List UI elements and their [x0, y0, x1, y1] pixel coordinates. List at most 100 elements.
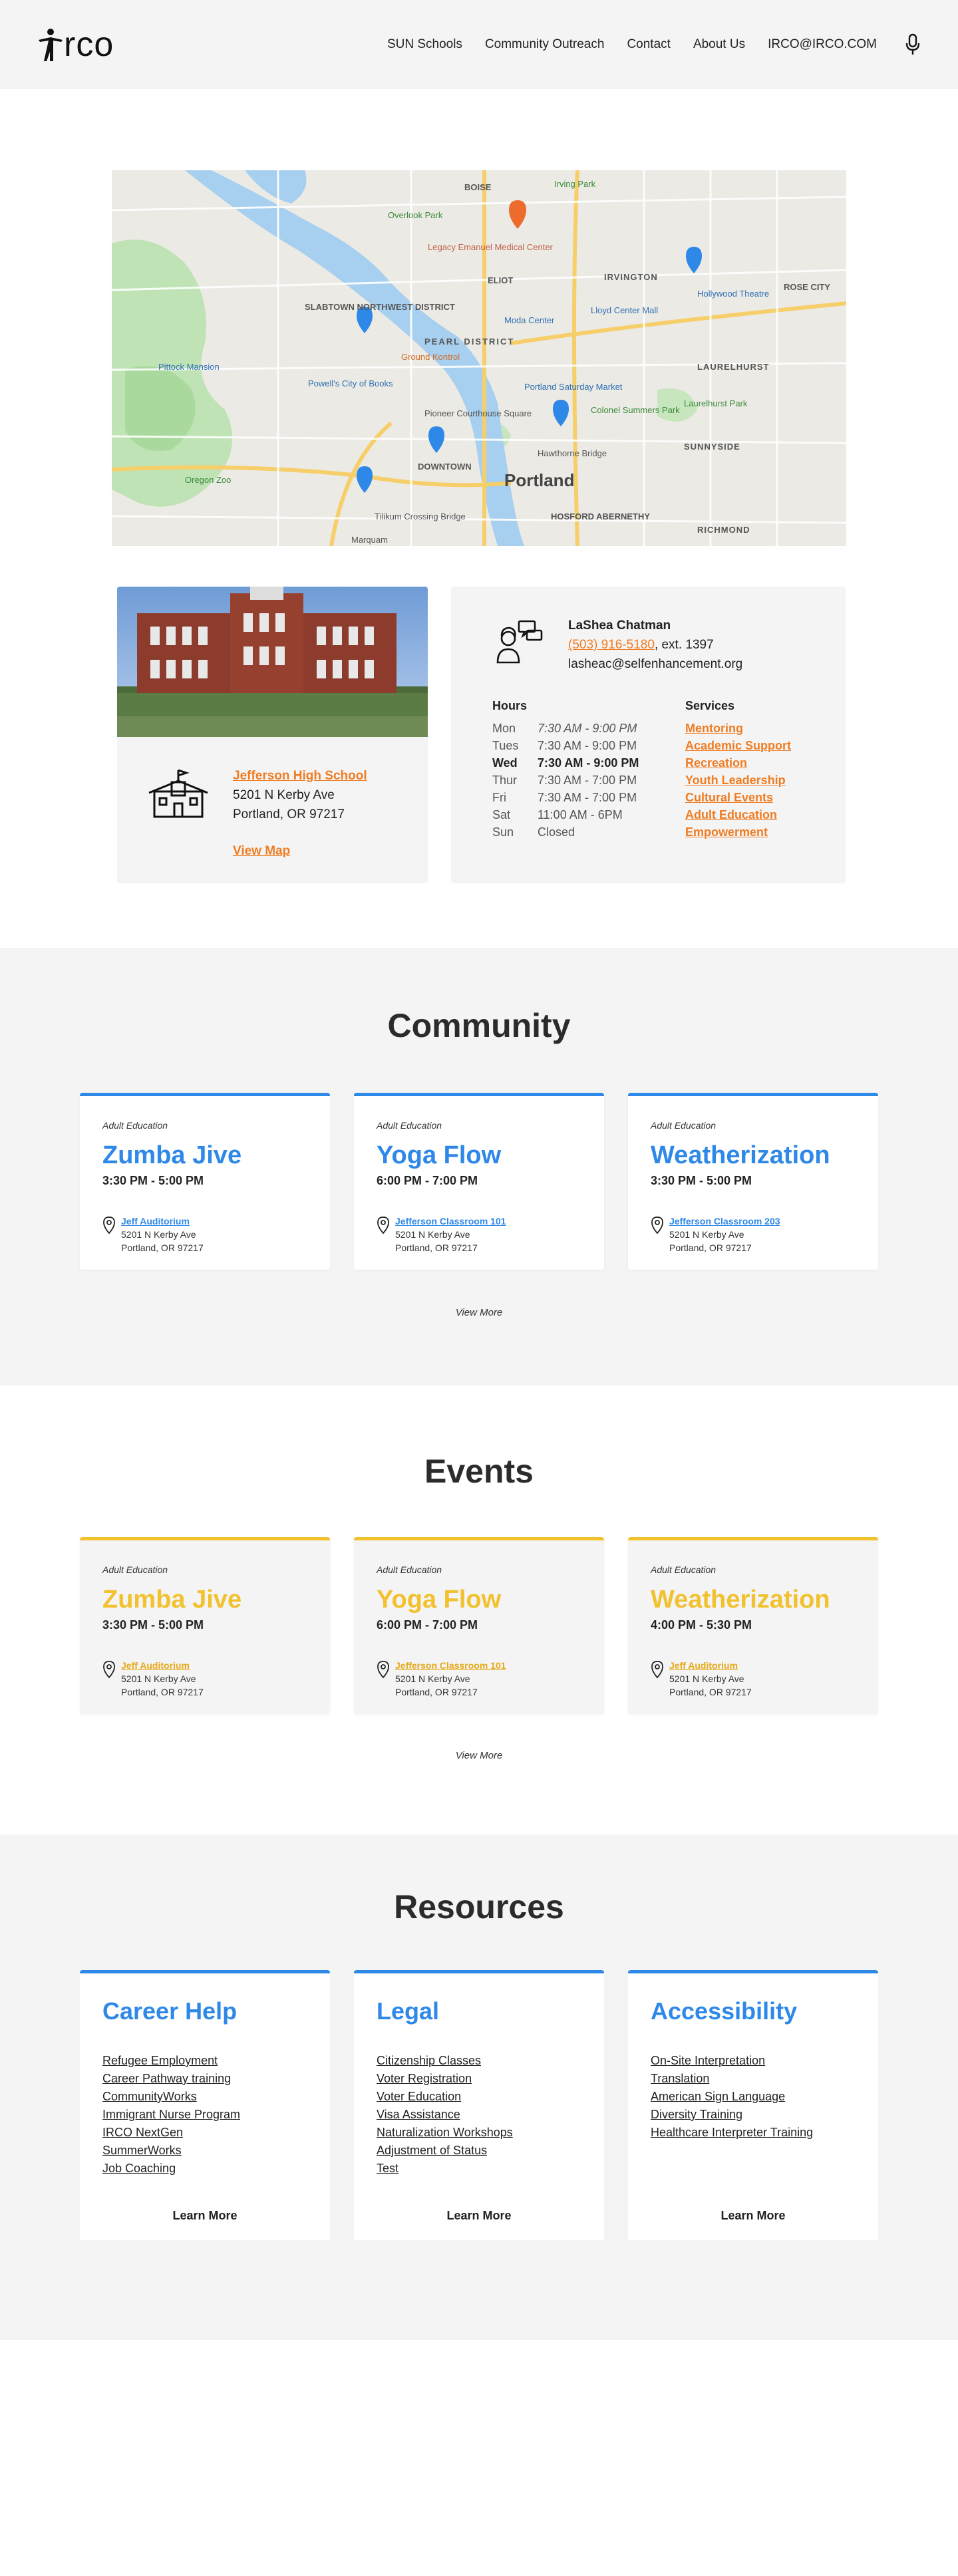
resource-link[interactable]: Diversity Training — [651, 2106, 878, 2124]
view-map-link[interactable]: View Map — [233, 841, 290, 861]
resource-link[interactable]: IRCO NextGen — [102, 2124, 330, 2142]
resource-link[interactable]: Naturalization Workshops — [377, 2124, 604, 2142]
service-link-cultural-events[interactable]: Cultural Events — [685, 789, 791, 806]
main-nav: SUN Schools Community Outreach Contact A… — [365, 33, 921, 56]
card-title[interactable]: Yoga Flow — [377, 1141, 604, 1170]
nav-community-outreach[interactable]: Community Outreach — [485, 37, 605, 52]
community-view-more[interactable]: View More — [0, 1307, 958, 1318]
location-pin-icon — [103, 1216, 115, 1234]
card-location-link[interactable]: Jeff Auditorium — [121, 1216, 190, 1226]
community-title: Community — [387, 1007, 571, 1044]
school-location-card: Jefferson High School 5201 N Kerby Ave P… — [117, 587, 428, 883]
contact-details: LaShea Chatman (503) 916-5180, ext. 1397… — [568, 616, 742, 674]
contact-person-icon — [496, 620, 543, 664]
events-section: Events Adult Education Zumba Jive 3:30 P… — [0, 1385, 958, 1834]
hours-row: Sun Closed — [492, 823, 685, 841]
card-title[interactable]: Zumba Jive — [102, 1586, 330, 1614]
map-label-pittock: Pittock Mansion — [158, 362, 220, 372]
contact-person: LaShea Chatman (503) 916-5180, ext. 1397… — [492, 616, 846, 674]
learn-more-button[interactable]: Learn More — [628, 2209, 878, 2223]
irco-logo[interactable]: rco — [37, 25, 114, 65]
school-address: Jefferson High School 5201 N Kerby Ave P… — [233, 766, 367, 861]
contact-phone-link[interactable]: (503) 916-5180 — [568, 638, 655, 652]
service-link-academic-support[interactable]: Academic Support — [685, 737, 791, 754]
nav-sun-schools[interactable]: SUN Schools — [387, 37, 462, 52]
card-category: Adult Education — [102, 1120, 168, 1131]
card-location-link[interactable]: Jefferson Classroom 101 — [395, 1660, 506, 1671]
events-cards: Adult Education Zumba Jive 3:30 PM - 5:0… — [80, 1537, 878, 1714]
service-link-mentoring[interactable]: Mentoring — [685, 720, 791, 737]
map-label-lloyd: Lloyd Center Mall — [591, 305, 658, 315]
resource-link[interactable]: Citizenship Classes — [377, 2052, 604, 2070]
card-location-link[interactable]: Jefferson Classroom 203 — [669, 1216, 780, 1226]
service-link-recreation[interactable]: Recreation — [685, 754, 791, 772]
map-label-irving-park: Irving Park — [554, 179, 596, 189]
hours-row: Sat 11:00 AM - 6PM — [492, 806, 685, 823]
resource-link[interactable]: SummerWorks — [102, 2142, 330, 2160]
resource-link[interactable]: Healthcare Interpreter Training — [651, 2124, 878, 2142]
community-card[interactable]: Adult Education Zumba Jive 3:30 PM - 5:0… — [80, 1093, 330, 1270]
card-location: Jeff Auditorium 5201 N Kerby Ave Portland,… — [102, 1659, 330, 1699]
card-address-line1: 5201 N Kerby Ave — [121, 1673, 196, 1684]
map-label-marquam: Marquam — [351, 535, 388, 545]
resource-link[interactable]: Immigrant Nurse Program — [102, 2106, 330, 2124]
card-location-link[interactable]: Jeff Auditorium — [121, 1660, 190, 1671]
hours-time: 7:30 AM - 7:00 PM — [538, 774, 637, 787]
school-building-icon — [148, 769, 208, 818]
events-title: Events — [424, 1453, 534, 1490]
events-view-more[interactable]: View More — [0, 1750, 958, 1761]
resource-link[interactable]: Career Pathway training — [102, 2070, 330, 2088]
event-card[interactable]: Adult Education Yoga Flow 6:00 PM - 7:00… — [354, 1537, 604, 1714]
resource-link[interactable]: American Sign Language — [651, 2088, 878, 2106]
resource-link[interactable]: Job Coaching — [102, 2160, 330, 2178]
card-location-link[interactable]: Jeff Auditorium — [669, 1660, 738, 1671]
hours-day: Thur — [492, 774, 518, 787]
resource-link[interactable]: Translation — [651, 2070, 878, 2088]
hours-time: 7:30 AM - 9:00 PM — [538, 722, 637, 735]
resource-link[interactable]: Visa Assistance — [377, 2106, 604, 2124]
card-title[interactable]: Zumba Jive — [102, 1141, 330, 1170]
resource-link[interactable]: Adjustment of Status — [377, 2142, 604, 2160]
resource-link[interactable]: Voter Education — [377, 2088, 604, 2106]
learn-more-button[interactable]: Learn More — [80, 2209, 330, 2223]
resources-cards: Career Help Refugee Employment Career Pa… — [80, 1970, 878, 2240]
service-link-adult-education[interactable]: Adult Education — [685, 806, 791, 823]
card-category: Adult Education — [651, 1120, 717, 1131]
school-info: Jefferson High School 5201 N Kerby Ave P… — [117, 737, 428, 861]
logo-figure-icon — [39, 29, 63, 61]
map-label-colonel: Colonel Summers Park — [591, 405, 680, 415]
card-address-line1: 5201 N Kerby Ave — [395, 1673, 470, 1684]
map-label-hosford: HOSFORD ABERNETHY — [551, 511, 650, 521]
school-photo — [117, 587, 428, 737]
card-category: Adult Education — [102, 1564, 168, 1575]
community-section: Community Adult Education Zumba Jive 3:3… — [0, 948, 958, 1385]
resource-link[interactable]: Refugee Employment — [102, 2052, 330, 2070]
nav-contact[interactable]: Contact — [627, 37, 670, 52]
event-card[interactable]: Adult Education Weatherization 4:00 PM -… — [628, 1537, 878, 1714]
card-location-link[interactable]: Jefferson Classroom 101 — [395, 1216, 506, 1226]
card-title[interactable]: Weatherization — [651, 1141, 878, 1170]
contact-email[interactable]: lasheac@selfenhancement.org — [568, 654, 742, 674]
resource-link[interactable]: CommunityWorks — [102, 2088, 330, 2106]
event-card[interactable]: Adult Education Zumba Jive 3:30 PM - 5:0… — [80, 1537, 330, 1714]
school-name-link[interactable]: Jefferson High School — [233, 769, 367, 783]
nav-about-us[interactable]: About Us — [693, 37, 745, 52]
nav-email[interactable]: IRCO@IRCO.COM — [768, 37, 877, 52]
service-link-youth-leadership[interactable]: Youth Leadership — [685, 772, 791, 789]
service-link-empowerment[interactable]: Empowerment — [685, 823, 791, 841]
learn-more-button[interactable]: Learn More — [354, 2209, 604, 2223]
resource-link[interactable]: Test — [377, 2160, 604, 2178]
location-pin-icon — [651, 1661, 663, 1679]
map-label-pioneer: Pioneer Courthouse Square — [424, 408, 532, 418]
community-card[interactable]: Adult Education Weatherization 3:30 PM -… — [628, 1093, 878, 1270]
card-title[interactable]: Yoga Flow — [377, 1586, 604, 1614]
community-card[interactable]: Adult Education Yoga Flow 6:00 PM - 7:00… — [354, 1093, 604, 1270]
resource-link[interactable]: On-Site Interpretation — [651, 2052, 878, 2070]
hours-day: Tues — [492, 739, 519, 752]
resource-link[interactable]: Voter Registration — [377, 2070, 604, 2088]
card-title[interactable]: Weatherization — [651, 1586, 878, 1614]
microphone-icon[interactable] — [905, 33, 921, 56]
hours-day: Wed — [492, 756, 518, 770]
card-address-line1: 5201 N Kerby Ave — [669, 1673, 744, 1684]
location-map[interactable]: Portland PEARL DISTRICT SLABTOWN NORTHWE… — [112, 170, 846, 546]
